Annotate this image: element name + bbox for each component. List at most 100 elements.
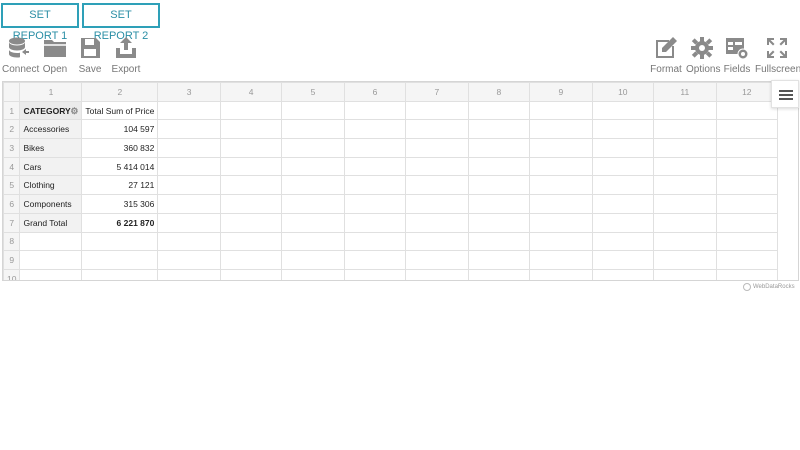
fullscreen-button[interactable]: Fullscreen bbox=[755, 36, 800, 75]
grid-cell[interactable] bbox=[591, 119, 655, 140]
grid-cell[interactable] bbox=[157, 175, 221, 196]
column-header[interactable]: 11 bbox=[653, 82, 717, 102]
grid-cell[interactable] bbox=[529, 250, 593, 270]
set-report-1-button[interactable]: SET REPORT 1 bbox=[1, 3, 79, 42]
grid-cell[interactable] bbox=[653, 175, 717, 196]
open-button[interactable]: Open bbox=[40, 36, 70, 75]
grid-cell[interactable] bbox=[467, 194, 531, 214]
row-header[interactable]: 8 bbox=[3, 231, 21, 252]
column-header[interactable]: 3 bbox=[157, 82, 221, 102]
category-cell[interactable]: Cars bbox=[19, 156, 83, 177]
category-cell[interactable]: Bikes bbox=[19, 138, 83, 158]
value-cell[interactable]: 360 832 bbox=[81, 138, 159, 158]
grid-cell[interactable] bbox=[157, 268, 221, 280]
column-header[interactable]: 10 bbox=[591, 82, 655, 102]
grid-cell[interactable] bbox=[405, 250, 469, 270]
grid-cell[interactable] bbox=[281, 250, 345, 270]
grid-cell[interactable] bbox=[157, 138, 221, 158]
grid-cell[interactable] bbox=[219, 119, 283, 140]
grid-cell[interactable] bbox=[343, 175, 407, 196]
row-header[interactable]: 3 bbox=[3, 138, 21, 158]
grid-cell[interactable] bbox=[405, 100, 469, 121]
grid-cell[interactable] bbox=[529, 268, 593, 280]
grid-cell[interactable] bbox=[219, 138, 283, 158]
grid-cell[interactable] bbox=[529, 212, 593, 233]
grid-cell[interactable] bbox=[281, 268, 345, 280]
grid-cell[interactable] bbox=[529, 119, 593, 140]
grid-cell[interactable] bbox=[591, 194, 655, 214]
grid-cell[interactable] bbox=[653, 119, 717, 140]
column-header[interactable]: 7 bbox=[405, 82, 469, 102]
grid-cell[interactable] bbox=[715, 156, 779, 177]
grid-cell[interactable] bbox=[281, 156, 345, 177]
grid-cell[interactable] bbox=[343, 100, 407, 121]
grid-cell[interactable] bbox=[219, 100, 283, 121]
grid-cell[interactable] bbox=[343, 156, 407, 177]
grid-cell[interactable] bbox=[343, 268, 407, 280]
grid-cell[interactable] bbox=[715, 175, 779, 196]
grid-cell[interactable] bbox=[281, 119, 345, 140]
grid-cell[interactable] bbox=[19, 268, 83, 280]
grid-cell[interactable] bbox=[653, 100, 717, 121]
grid-cell[interactable] bbox=[405, 268, 469, 280]
grid-cell[interactable] bbox=[219, 212, 283, 233]
grid-cell[interactable] bbox=[591, 156, 655, 177]
grid-cell[interactable] bbox=[405, 156, 469, 177]
column-header[interactable]: 4 bbox=[219, 82, 283, 102]
grid-cell[interactable] bbox=[529, 194, 593, 214]
grid-cell[interactable] bbox=[467, 250, 531, 270]
grid-cell[interactable] bbox=[467, 119, 531, 140]
grid-cell[interactable] bbox=[405, 175, 469, 196]
save-button[interactable]: Save bbox=[76, 36, 104, 75]
grid-cell[interactable] bbox=[715, 212, 779, 233]
grid-cell[interactable] bbox=[591, 138, 655, 158]
grid-cell[interactable] bbox=[467, 138, 531, 158]
grid-cell[interactable] bbox=[529, 100, 593, 121]
grid-cell[interactable] bbox=[343, 194, 407, 214]
column-header[interactable]: 8 bbox=[467, 82, 531, 102]
grid-cell[interactable] bbox=[219, 231, 283, 252]
grid-cell[interactable] bbox=[591, 250, 655, 270]
value-cell[interactable]: 27 121 bbox=[81, 175, 159, 196]
grid-cell[interactable] bbox=[591, 100, 655, 121]
export-button[interactable]: Export bbox=[110, 36, 142, 75]
grid-cell[interactable] bbox=[715, 100, 779, 121]
grid-cell[interactable] bbox=[405, 138, 469, 158]
grid-cell[interactable] bbox=[467, 156, 531, 177]
grand-total-label[interactable]: Grand Total bbox=[19, 212, 83, 233]
grid-cell[interactable] bbox=[81, 231, 159, 252]
format-button[interactable]: Format bbox=[650, 36, 682, 75]
column-header[interactable]: 9 bbox=[529, 82, 593, 102]
grid-cell[interactable] bbox=[343, 250, 407, 270]
grid-cell[interactable] bbox=[343, 231, 407, 252]
header-gear-icon[interactable]: ⚙ bbox=[70, 106, 78, 117]
brand-logo[interactable]: WebDataRocks bbox=[743, 283, 795, 291]
row-header[interactable]: 10 bbox=[3, 268, 21, 280]
grid-cell[interactable] bbox=[405, 119, 469, 140]
grid-cell[interactable] bbox=[715, 194, 779, 214]
fields-button[interactable]: Fields bbox=[722, 36, 752, 75]
grid-cell[interactable] bbox=[157, 231, 221, 252]
row-header[interactable]: 5 bbox=[3, 175, 21, 196]
grid-cell[interactable] bbox=[219, 250, 283, 270]
measure-header-cell[interactable]: Total Sum of Price bbox=[81, 100, 159, 121]
grid-cell[interactable] bbox=[653, 250, 717, 270]
row-header[interactable]: 2 bbox=[3, 119, 21, 140]
grid-cell[interactable] bbox=[653, 268, 717, 280]
column-header[interactable]: 2 bbox=[81, 82, 159, 102]
grid-cell[interactable] bbox=[715, 138, 779, 158]
grid-cell[interactable] bbox=[467, 231, 531, 252]
grid-cell[interactable] bbox=[281, 100, 345, 121]
grid-cell[interactable] bbox=[157, 119, 221, 140]
column-header[interactable]: 6 bbox=[343, 82, 407, 102]
grid-cell[interactable] bbox=[343, 138, 407, 158]
category-header-cell[interactable]: CATEGORY ⚙ bbox=[19, 100, 83, 121]
grid-cell[interactable] bbox=[591, 268, 655, 280]
grid-cell[interactable] bbox=[157, 156, 221, 177]
grid-cell[interactable] bbox=[281, 212, 345, 233]
grid-cell[interactable] bbox=[405, 231, 469, 252]
hamburger-menu-button[interactable] bbox=[771, 80, 799, 108]
grid-cell[interactable] bbox=[81, 250, 159, 270]
grand-total-value[interactable]: 6 221 870 bbox=[81, 212, 159, 233]
grid-cell[interactable] bbox=[157, 194, 221, 214]
